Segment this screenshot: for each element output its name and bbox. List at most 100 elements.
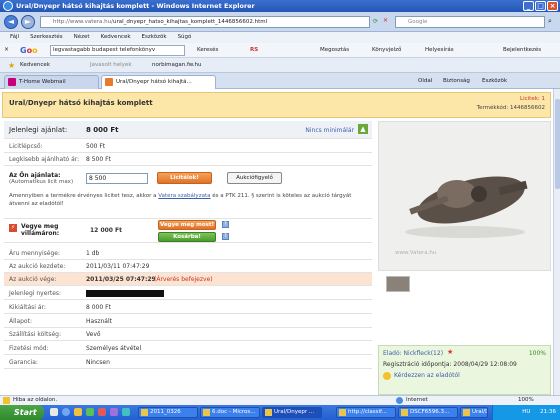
quicklaunch-icon[interactable] <box>62 408 70 416</box>
menu-help[interactable]: Súgó <box>178 32 192 43</box>
menu-edit[interactable]: Szerkesztés <box>30 32 63 43</box>
status-bar: Hiba az oldalon. Internet 100% <box>0 395 560 405</box>
menu-view[interactable]: Nézet <box>74 32 90 43</box>
search-icon[interactable]: ⌕ <box>548 17 552 26</box>
tab-ural-dnyepr[interactable]: Ural/Dnyepr hátsó kihajtá... <box>101 75 216 89</box>
quicklaunch-icon[interactable] <box>110 408 118 416</box>
lowest-bid-value: 8 500 Ft <box>86 156 111 163</box>
back-icon[interactable]: ◄ <box>4 15 18 29</box>
search-input[interactable]: Google <box>395 16 545 28</box>
rules-link[interactable]: Vatera szabályzata <box>158 193 210 199</box>
vertical-scrollbar[interactable] <box>553 89 560 395</box>
detail-value: 1 db <box>86 250 100 257</box>
detail-label: Kikiáltási ár: <box>9 304 46 311</box>
menu-tools[interactable]: Eszközök <box>142 32 167 43</box>
seller-registration: Regisztráció időpontja: 2008/04/29 12:08… <box>383 361 517 368</box>
signin-button[interactable]: Bejelentkezés <box>503 46 541 55</box>
taskbar-button[interactable]: 6.doc - Micros... <box>200 407 260 418</box>
taskbar-button[interactable]: http://classif... <box>336 407 396 418</box>
auction-ended-note: (Árverés befejezve) <box>154 276 213 283</box>
status-text[interactable]: Hiba az oldalon. <box>13 396 57 405</box>
clock[interactable]: 21:36 <box>540 409 556 415</box>
quicklaunch-icon[interactable] <box>50 408 58 416</box>
your-bid-label: Az Ön ajánlata: <box>9 172 61 179</box>
taskbar-button[interactable]: Ural/Dnyepr ... <box>460 407 488 418</box>
terms-text: Amennyiben a termékre érvényes licitet t… <box>9 193 352 207</box>
quicklaunch-icon[interactable] <box>98 408 106 416</box>
spellcheck-button[interactable]: Helyesírás <box>425 46 454 55</box>
detail-row: Kikiáltási ár: 8 000 Ft <box>4 301 372 314</box>
zone-label: Internet <box>406 397 428 403</box>
bid-step-value: 500 Ft <box>86 143 106 150</box>
add-to-cart-button[interactable]: Kosárba! <box>158 232 216 242</box>
url-input[interactable]: http://www.vatera.hu/ural_dnyepr_hatso_k… <box>40 16 370 28</box>
taskbar-button[interactable]: 2011_0326 <box>138 407 198 418</box>
warning-icon[interactable] <box>3 397 10 404</box>
info-icon[interactable]: ? <box>222 233 229 240</box>
detail-row: Az aukció vége: 2011/03/25 07:47:29 (Árver… <box>4 273 372 286</box>
close-button[interactable]: × <box>547 1 558 11</box>
start-button[interactable]: Start <box>0 405 44 420</box>
quicklaunch-icon[interactable] <box>86 408 94 416</box>
quicklaunch-icon[interactable] <box>74 408 82 416</box>
system-tray: HU 21:36 <box>492 405 560 420</box>
google-toolbar: × Goo legvastagabb budapest telefonkönyv… <box>0 43 560 58</box>
forward-icon[interactable]: ► <box>21 15 35 29</box>
bid-amount-input[interactable]: 8 500 <box>86 173 148 184</box>
detail-value: 2011/03/25 07:47:29 <box>86 276 156 283</box>
current-bid-value: 8 000 Ft <box>86 126 119 134</box>
photo-thumbnail[interactable] <box>386 276 410 292</box>
no-min-price: Nincs minimálár <box>305 127 354 134</box>
taskbar-button-label: http://classif... <box>348 409 387 415</box>
share-button[interactable]: Megosztás <box>320 46 349 55</box>
cmd-page[interactable]: Oldal <box>418 76 432 86</box>
cmd-tools[interactable]: Eszközök <box>482 76 507 86</box>
taskbar-button-label: DSCF6596.3... <box>410 409 450 415</box>
star-icon: ★ <box>447 348 454 356</box>
product-photo[interactable]: www.Vatera.hu <box>378 121 551 271</box>
auction-panel: Jelenlegi ajánlat: 8 000 Ft Nincs minimá… <box>4 121 372 395</box>
google-logo: Goo <box>20 46 38 55</box>
ask-seller-link[interactable]: Kérdezzen az eladótól <box>394 372 460 379</box>
favorites-button[interactable]: Kedvencek <box>20 58 50 73</box>
star-icon: ★ <box>8 61 16 70</box>
language-indicator[interactable]: HU <box>522 409 530 415</box>
item-title: Ural/Dnyepr hátsó kihajtás komplett <box>9 99 153 107</box>
taskbar-button-label: Ural/Dnyepr ... <box>274 409 315 415</box>
quicklaunch-icon[interactable] <box>122 408 130 416</box>
minimize-button[interactable]: _ <box>523 1 534 11</box>
google-search-input[interactable]: legvastagabb budapest telefonkönyv <box>50 45 185 56</box>
tab-bar: T-Home Webmail Ural/Dnyepr hátsó kihajtá… <box>0 73 560 89</box>
zoom-level[interactable]: 100% <box>518 396 534 405</box>
suggested-sites-link[interactable]: Javasolt helyek <box>90 58 132 73</box>
refresh-icon[interactable]: ⟳ <box>373 18 378 25</box>
seller-name[interactable]: Eladó: Nickfleck(12) <box>383 350 443 357</box>
cmd-security[interactable]: Biztonság <box>443 76 470 86</box>
taskbar-button[interactable]: Ural/Dnyepr ... <box>262 407 322 418</box>
info-icon[interactable]: ? <box>222 221 229 228</box>
norbimagan-link[interactable]: norbimagan.fw.hu <box>152 58 202 73</box>
menu-file[interactable]: Fájl <box>10 32 19 43</box>
tab-thome-webmail[interactable]: T-Home Webmail <box>4 75 99 89</box>
close-toolbar-icon[interactable]: × <box>4 46 9 53</box>
google-search-button[interactable]: Keresés <box>197 46 218 55</box>
detail-label: Az aukció kezdete: <box>9 263 66 270</box>
detail-label: Jelenlegi nyertes: <box>9 290 62 297</box>
watch-button[interactable]: Aukciófigyelő <box>227 172 282 184</box>
bid-count: Licitek: 1 <box>520 96 545 102</box>
maximize-button[interactable]: □ <box>535 1 546 11</box>
arrow-up-icon: ▲ <box>358 124 368 134</box>
rs-button[interactable]: RS <box>250 46 258 55</box>
stop-icon[interactable]: ✕ <box>383 17 388 24</box>
item-header: Ural/Dnyepr hátsó kihajtás komplett Lici… <box>2 92 551 118</box>
bid-button[interactable]: Licitálok! <box>157 172 212 184</box>
app-icon <box>401 409 408 416</box>
taskbar-button[interactable]: DSCF6596.3... <box>398 407 458 418</box>
current-bid-row: Jelenlegi ajánlat: 8 000 Ft Nincs minimá… <box>4 121 372 139</box>
detail-label: Garancia: <box>9 359 38 366</box>
buy-now-button[interactable]: Vegye meg most! <box>158 220 216 230</box>
bookmark-button[interactable]: Könyvjelző <box>372 46 401 55</box>
taskbar-button-label: Ural/Dnyepr ... <box>472 409 487 415</box>
menu-favorites[interactable]: Kedvencek <box>101 32 131 43</box>
scrollbar-thumb[interactable] <box>555 99 560 189</box>
